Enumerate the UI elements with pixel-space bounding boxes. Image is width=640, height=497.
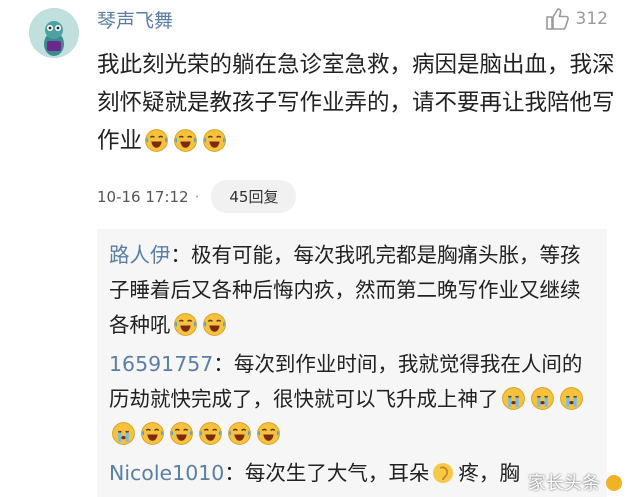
cry-emoji-icon	[530, 386, 557, 413]
reply-separator: ：	[170, 243, 192, 267]
thumbs-up-icon	[545, 8, 569, 30]
meta-dot: ·	[194, 187, 200, 206]
reply-separator: ：	[213, 352, 234, 376]
laugh-cry-emoji-icon	[198, 421, 225, 448]
laugh-cry-emoji-icon	[173, 127, 200, 154]
reply-item[interactable]: 16591757：每次到作业时间，我就觉得我在人间的历劫就快完成了，很快就可以飞…	[97, 347, 607, 452]
comment-emojis	[142, 128, 229, 154]
like-button[interactable]: 312	[544, 6, 608, 32]
ear-emoji-icon	[431, 461, 458, 488]
laugh-cry-emoji-icon	[202, 127, 229, 154]
avatar-illustration-icon	[29, 8, 79, 58]
laugh-cry-emoji-icon	[202, 312, 229, 339]
cry-emoji-icon	[501, 386, 528, 413]
replies-panel: 路人伊：极有可能，每次我吼完都是胸痛头胀，等孩子睡着后又各种后悔内疚，然而第二晚…	[97, 229, 607, 497]
comment-time: 10-16 17:12	[97, 187, 189, 206]
comment-author[interactable]: 琴声飞舞	[97, 6, 173, 33]
comment-body: 我此刻光荣的躺在急诊室急救，病因是脑出血，我深刻怀疑就是教孩子写作业弄的，请不要…	[97, 46, 617, 160]
reply-emojis	[171, 313, 229, 337]
watermark-logo-icon	[606, 475, 622, 491]
reply-text-after: 疼，胸	[458, 461, 520, 485]
laugh-cry-emoji-icon	[256, 421, 283, 448]
cry-emoji-icon	[111, 421, 138, 448]
laugh-cry-emoji-icon	[144, 127, 171, 154]
comment-meta: 10-16 17:12 · 45回复	[97, 180, 297, 213]
laugh-cry-emoji-icon	[173, 312, 200, 339]
reply-count-button[interactable]: 45回复	[211, 180, 297, 213]
reply-item[interactable]: 路人伊：极有可能，每次我吼完都是胸痛头胀，等孩子睡着后又各种后悔内疚，然而第二晚…	[97, 238, 607, 343]
cry-emoji-icon	[559, 386, 586, 413]
avatar[interactable]	[29, 8, 79, 58]
reply-author[interactable]: Nicole1010	[109, 461, 224, 485]
laugh-cry-emoji-icon	[227, 421, 254, 448]
reply-author[interactable]: 路人伊	[109, 243, 171, 267]
watermark-text: 家长头条	[528, 473, 600, 494]
reply-separator: ：	[224, 461, 245, 485]
watermark: 家长头条	[528, 469, 622, 495]
laugh-cry-emoji-icon	[140, 421, 167, 448]
reply-text: 每次生了大气，耳朵	[244, 461, 430, 485]
laugh-cry-emoji-icon	[169, 421, 196, 448]
like-count: 312	[575, 9, 608, 29]
reply-author[interactable]: 16591757	[109, 352, 213, 376]
